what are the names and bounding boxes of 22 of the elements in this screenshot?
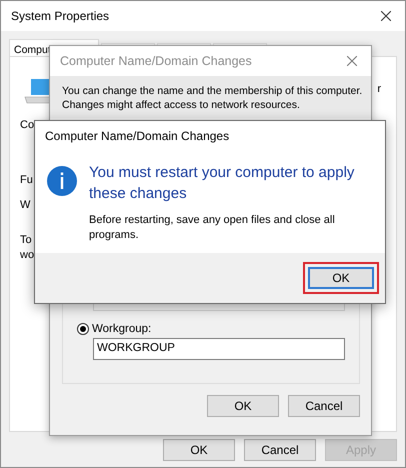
ok-button[interactable]: OK (207, 395, 279, 417)
label-fragment: wo (20, 249, 34, 261)
input-field[interactable]: WORKGROUP (93, 338, 345, 360)
main-instruction: You must restart your computer to apply these changes (89, 163, 356, 204)
description-text: You can change the name and the membership of this computer. Changes might affect access to network resources. (50, 76, 371, 118)
ok-button[interactable]: OK (308, 267, 374, 289)
label-fragment: To (20, 234, 32, 246)
label-fragment: r (377, 83, 381, 95)
close-icon[interactable] (381, 11, 391, 21)
cancel-button[interactable]: Cancel (288, 395, 360, 417)
label-fragment: W (20, 199, 30, 211)
body-text: Before restarting, save any open files and close all programs. (89, 213, 336, 243)
info-icon (47, 166, 77, 196)
cancel-button[interactable]: Cancel (244, 439, 316, 461)
radio-button[interactable] (77, 323, 89, 335)
label-fragment: Co (20, 119, 34, 131)
radio-label: Workgroup: (92, 323, 152, 335)
window-title: System Properties (11, 9, 110, 23)
ok-button[interactable]: OK (163, 439, 235, 461)
dialog-title: Computer Name/Domain Changes (60, 54, 252, 68)
label-fragment: Fu (20, 174, 33, 186)
dialog-title: Computer Name/Domain Changes (45, 129, 230, 143)
